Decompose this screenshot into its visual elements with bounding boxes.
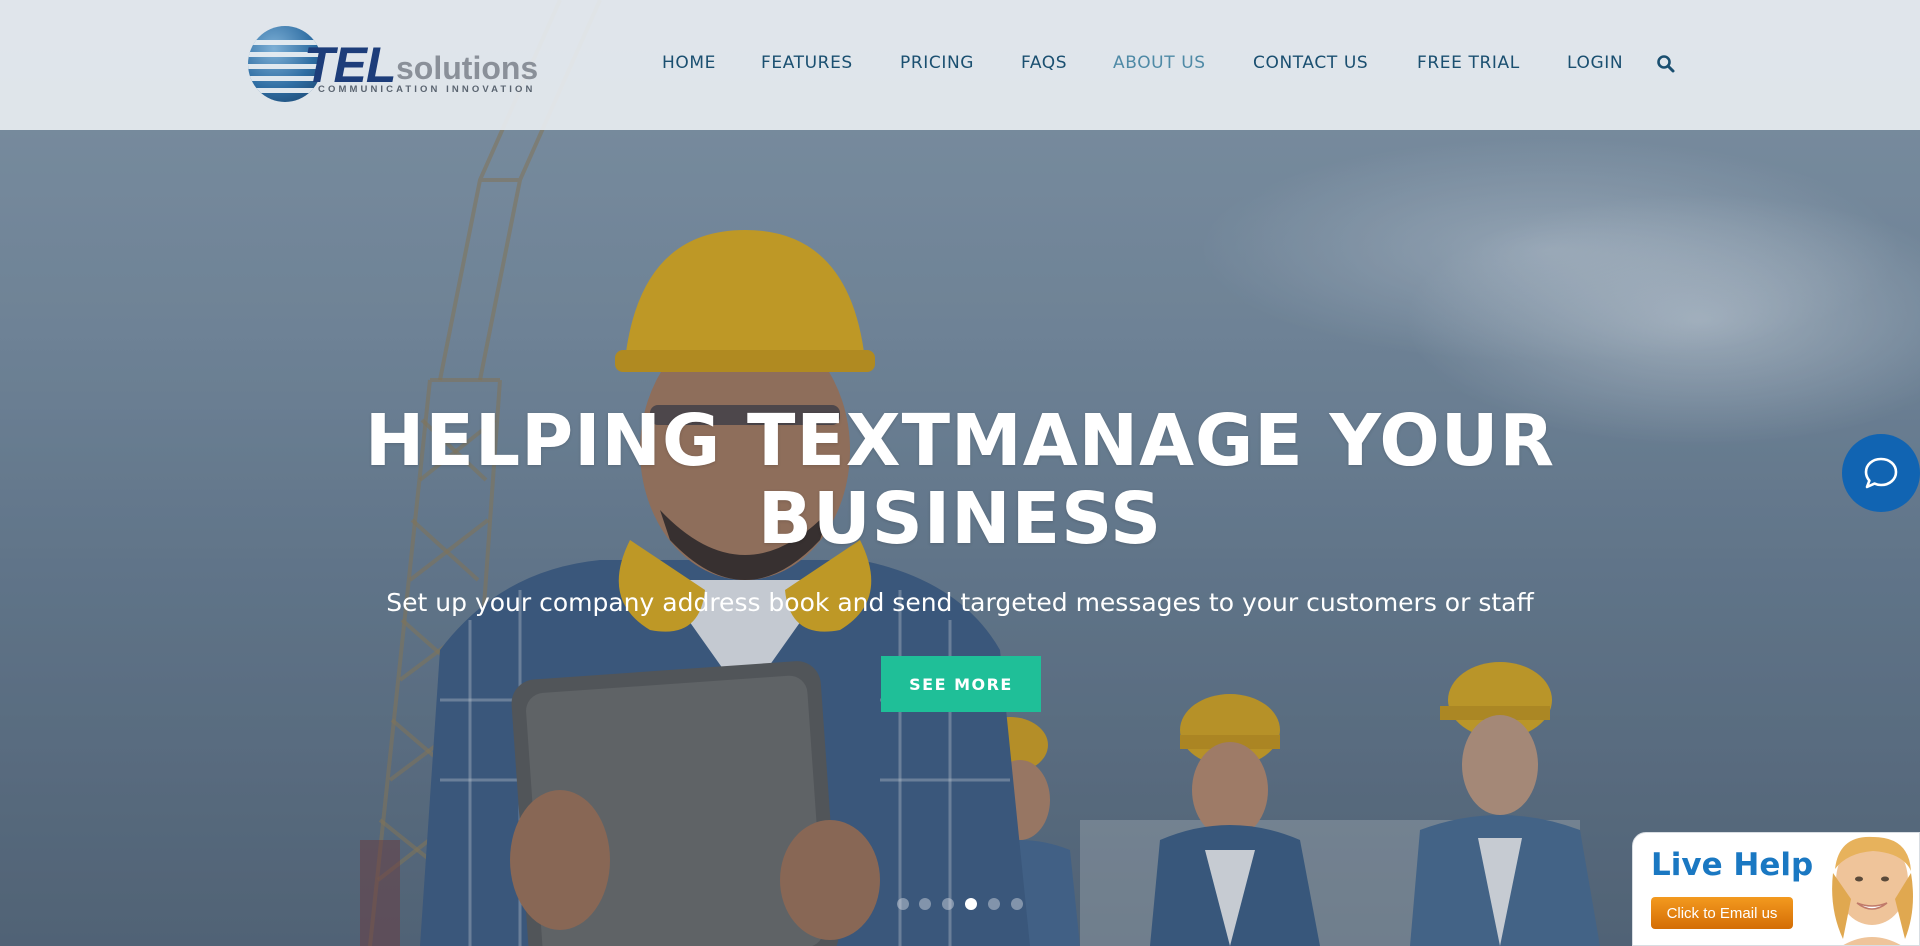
nav-free-trial[interactable]: FREE TRIAL [1417,53,1520,73]
hero-headline-line2: BUSINESS [757,477,1163,560]
see-more-button[interactable]: SEE MORE [881,656,1041,712]
nav-home[interactable]: HOME [662,53,716,73]
support-agent-avatar [1817,833,1919,945]
live-help-widget[interactable]: Live Help Click to Email us [1632,832,1920,946]
carousel-dot[interactable] [897,898,909,910]
nav-features[interactable]: FEATURES [761,53,853,73]
hero-subheadline: Set up your company address book and sen… [386,588,1534,617]
nav-login[interactable]: LOGIN [1567,53,1623,73]
nav-faqs[interactable]: FAQS [1021,53,1067,73]
email-us-button[interactable]: Click to Email us [1651,897,1793,929]
company-logo[interactable]: TEL solutions COMMUNICATION INNOVATION [248,26,548,106]
live-help-title: Live Help [1651,847,1814,883]
carousel-dot[interactable] [1011,898,1023,910]
site-header: TEL solutions COMMUNICATION INNOVATION H… [0,0,1920,130]
nav-pricing[interactable]: PRICING [900,53,974,73]
hero-headline-line1: HELPING TEXTMANAGE YOUR [364,399,1556,482]
search-icon[interactable] [1656,54,1676,74]
carousel-dot[interactable] [919,898,931,910]
carousel-dot[interactable] [988,898,1000,910]
carousel-dot[interactable] [942,898,954,910]
nav-contact-us[interactable]: CONTACT US [1253,53,1368,73]
nav-about-us[interactable]: ABOUT US [1113,53,1206,73]
carousel-dot-active[interactable] [965,898,977,910]
chat-widget-button[interactable] [1842,434,1920,512]
chat-bubble-icon [1864,457,1898,489]
logo-sub-text: solutions [396,50,539,86]
hero-headline: HELPING TEXTMANAGE YOUR BUSINESS [360,402,1560,558]
logo-tagline: COMMUNICATION INNOVATION [318,84,536,95]
